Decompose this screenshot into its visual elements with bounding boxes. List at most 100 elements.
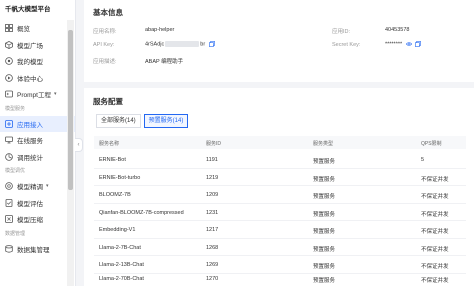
service-id: 1268 <box>206 244 219 251</box>
service-type: 预置服务 <box>313 176 336 183</box>
main-content: 基本信息 应用名称: abap-helper 应用ID: 40453578 AP… <box>84 0 474 286</box>
service-qps: 不保证并发 <box>421 211 449 218</box>
table-row[interactable]: ERNIE-Bot 1191 预置服务 5 <box>94 151 466 169</box>
app-desc-label: 应用描述: <box>93 59 117 65</box>
sidebar-item-label: Prompt工程 <box>17 92 51 100</box>
app-desc-value: ABAP 编程助手 <box>145 59 184 65</box>
service-type: 预置服务 <box>313 246 336 253</box>
sidebar: 千帆大模型平台 概览 模型广场 我的模型 体验中心 Prompt工程 ▾ 模型服… <box>0 0 76 286</box>
sidebar-item-call-stats[interactable]: 调用统计 <box>0 149 75 166</box>
sidebar-item-label: 在线服务 <box>17 138 43 146</box>
basic-info-title: 基本信息 <box>93 8 123 17</box>
service-type: 预置服务 <box>313 159 336 165</box>
service-id: 1231 <box>206 209 219 216</box>
api-key-masked <box>165 41 200 47</box>
eye-icon[interactable] <box>405 41 412 47</box>
sidebar-item-experience-center[interactable]: 体验中心 <box>0 70 75 87</box>
service-name: Llama-2-7B-Chat <box>99 244 141 251</box>
sidebar-scrollbar-thumb[interactable] <box>68 30 73 190</box>
sidebar-item-fine-tuning[interactable]: 模型精调 ▾ <box>0 178 75 195</box>
compress-icon <box>5 215 13 224</box>
chevron-down-icon: ▾ <box>46 183 49 190</box>
sidebar-item-label: 数据集管理 <box>17 246 50 254</box>
sidebar-item-label: 应用接入 <box>17 121 43 129</box>
sidebar-item-online-service[interactable]: 在线服务 <box>0 132 75 149</box>
sidebar-item-overview[interactable]: 概览 <box>0 20 75 37</box>
service-name: Llama-2-13B-Chat <box>99 262 144 268</box>
sidebar-item-label: 调用统计 <box>17 154 43 162</box>
app-id-label: 应用ID: <box>332 29 351 35</box>
table-row[interactable]: Qianfan-BLOOMZ-7B-compressed 1231 预置服务 不… <box>94 204 466 221</box>
service-type: 预置服务 <box>313 278 336 284</box>
service-id: 1217 <box>206 227 219 233</box>
sidebar-item-app-access[interactable]: 应用接入 <box>0 115 75 132</box>
service-id: 1269 <box>206 262 219 268</box>
chevron-down-icon: ▾ <box>53 91 57 98</box>
sidebar-item-label: 我的模型 <box>17 59 43 67</box>
sidebar-item-evaluate[interactable]: 模型评估 <box>0 195 75 212</box>
copy-icon[interactable] <box>415 41 422 47</box>
service-name: ERNIE-Bot <box>99 157 126 163</box>
sidebar-group-model-service: 模型服务 <box>5 105 26 112</box>
table-row[interactable]: Llama-2-7B-Chat 1268 预置服务 不保证并发 <box>94 239 466 256</box>
sidebar-item-label: 体验中心 <box>17 75 43 83</box>
api-key-suffix: br <box>200 41 206 48</box>
sidebar-item-label: 模型压缩 <box>17 217 43 225</box>
sidebar-item-model-square[interactable]: 模型广场 <box>0 37 75 54</box>
table-row[interactable]: BLOOMZ-7B 1209 预置服务 不保证并发 <box>94 186 466 204</box>
app-name-value: abap-helper <box>145 27 175 33</box>
sidebar-group-data-management: 数据管理 <box>5 230 26 237</box>
table-row[interactable]: ERNIE-Bot-turbo 1219 预置服务 不保证并发 <box>94 169 466 186</box>
tuning-icon <box>5 182 13 191</box>
sidebar-item-label: 概览 <box>17 26 30 34</box>
sidebar-item-my-models[interactable]: 我的模型 <box>0 53 75 70</box>
service-tabs: 全部服务(14) 预置服务(14) <box>96 114 189 128</box>
service-qps: 不保证并发 <box>421 176 449 183</box>
app-access-icon <box>5 119 13 128</box>
service-name: Qianfan-BLOOMZ-7B-compressed <box>99 209 184 216</box>
service-qps: 不保证并发 <box>421 246 449 253</box>
sidebar-item-label: 模型评估 <box>17 200 43 208</box>
secret-key-masked: ******** <box>385 41 403 48</box>
copy-icon[interactable] <box>208 41 215 47</box>
services-table-header: 服务名称 服务ID 服务类型 QPS限制 <box>94 136 466 149</box>
service-qps: 不保证并发 <box>421 229 449 235</box>
service-name: ERNIE-Bot-turbo <box>99 174 141 181</box>
column-header-qps: QPS限制 <box>421 140 442 147</box>
service-config-title: 服务配置 <box>93 97 123 106</box>
tab-preset-services[interactable]: 预置服务(14) <box>143 114 189 128</box>
tab-all-services[interactable]: 全部服务(14) <box>96 114 141 128</box>
grid-icon <box>5 24 13 33</box>
service-qps: 不保证并发 <box>421 194 449 200</box>
service-qps: 不保证并发 <box>421 278 449 284</box>
column-header-name: 服务名称 <box>99 140 120 147</box>
online-service-icon <box>5 136 13 144</box>
service-name: Embedding-V1 <box>99 227 136 233</box>
experience-icon <box>5 73 13 82</box>
app-id-value: 40453578 <box>385 27 410 33</box>
api-key-label: API Key: <box>93 42 115 48</box>
sidebar-item-prompt[interactable]: Prompt工程 ▾ <box>0 86 75 103</box>
secret-key-label: Secret Key: <box>332 42 361 48</box>
cube-icon <box>5 40 13 49</box>
service-type: 预置服务 <box>313 211 336 218</box>
column-header-id: 服务ID <box>206 140 222 147</box>
sidebar-collapse-button[interactable]: ‹ <box>75 138 83 152</box>
service-qps: 5 <box>421 157 425 163</box>
service-type: 预置服务 <box>313 229 336 235</box>
basic-info-card: 基本信息 应用名称: abap-helper 应用ID: 40453578 AP… <box>84 0 474 82</box>
sidebar-item-dataset-management[interactable]: 数据集管理 <box>0 241 75 258</box>
sidebar-item-compress[interactable]: 模型压缩 <box>0 211 75 228</box>
service-id: 1219 <box>206 174 219 181</box>
table-row[interactable]: Llama-2-70B-Chat 1270 预置服务 不保证并发 <box>94 270 466 286</box>
service-id: 1209 <box>206 192 219 198</box>
dataset-icon <box>5 244 13 253</box>
table-row[interactable]: Embedding-V1 1217 预置服务 不保证并发 <box>94 221 466 239</box>
prompt-icon <box>5 90 13 98</box>
stats-icon <box>5 152 13 161</box>
service-name: Llama-2-70B-Chat <box>99 276 144 282</box>
service-name: BLOOMZ-7B <box>99 192 131 198</box>
service-type: 预置服务 <box>313 264 336 270</box>
api-key-prefix: 4rSAdjc <box>145 41 165 48</box>
evaluate-icon <box>5 198 13 207</box>
